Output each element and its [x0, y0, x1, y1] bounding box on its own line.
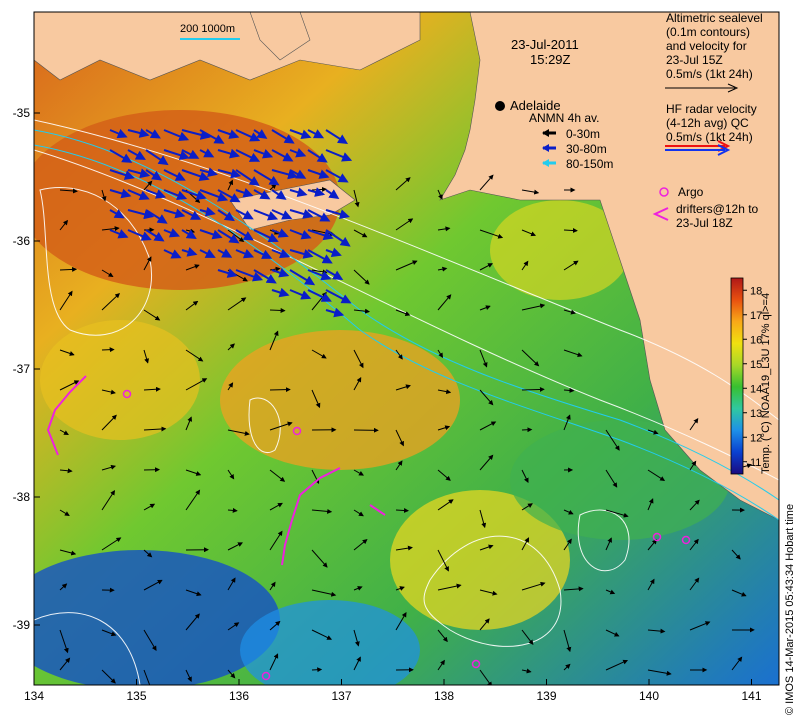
adelaide-marker — [495, 101, 505, 111]
anmn-legend-item-3: 80-150m — [566, 157, 614, 171]
x-tick-label: 141 — [741, 689, 761, 703]
velocity-arrow — [269, 307, 286, 313]
hf-radar-line-1: HF radar velocity — [666, 102, 757, 116]
x-tick-label: 139 — [536, 689, 556, 703]
argo-legend-label: Argo — [678, 185, 704, 199]
anmn-legend-item-1: 0-30m — [566, 127, 601, 141]
credit-label: © IMOS 14-Mar-2015 05:43:34 Hobart time — [784, 503, 796, 715]
x-tick-label: 138 — [434, 689, 454, 703]
altimetric-line-3: and velocity for — [666, 39, 747, 53]
altimetric-line-4: 23-Jul 15Z — [666, 53, 723, 67]
colorbar-title: Temp. (°C) NOAA19_L3U 17% ql>=4 — [760, 292, 772, 474]
y-tick-label: -38 — [13, 490, 31, 504]
altimetric-line-5: 0.5m/s (1kt 24h) — [666, 67, 753, 81]
hf-radar-legend: HF radar velocity (4-12h avg) QC 0.5m/s … — [666, 102, 757, 144]
altimetric-line-2: (0.1m contours) — [666, 25, 751, 39]
y-tick-label: -35 — [13, 106, 31, 120]
time-label: 15:29Z — [530, 52, 571, 67]
hf-radar-qc: QC — [730, 116, 749, 130]
colorbar — [730, 277, 744, 475]
altimetric-line-1: Altimetric sealevel — [666, 11, 763, 25]
drifters-legend-line-2: 23-Jul 18Z — [676, 216, 733, 230]
anmn-legend-title: ANMN 4h av. — [529, 111, 600, 125]
x-tick-label: 135 — [126, 689, 146, 703]
y-tick-label: -39 — [13, 618, 31, 632]
velocity-arrow — [311, 667, 323, 673]
anmn-legend-item-2: 30-80m — [566, 142, 607, 156]
hf-radar-line-3: 0.5m/s (1kt 24h) — [666, 130, 753, 144]
scale-label: 200 1000m — [180, 23, 236, 35]
date-label: 23-Jul-2011 — [511, 37, 579, 52]
x-tick-label: 137 — [331, 689, 351, 703]
drifters-legend-line-1: drifters@12h to — [676, 202, 759, 216]
altimetric-legend: Altimetric sealevel (0.1m contours) and … — [666, 11, 763, 81]
x-tick-label: 136 — [229, 689, 249, 703]
y-tick-label: -36 — [13, 234, 31, 248]
velocity-arrow — [269, 387, 291, 393]
x-tick-label: 140 — [639, 689, 659, 703]
x-tick-label: 134 — [24, 689, 44, 703]
y-tick-label: -37 — [13, 362, 31, 376]
velocity-arrow — [521, 386, 545, 392]
hf-radar-line-2: (4-12h avg) QC — [666, 116, 749, 130]
